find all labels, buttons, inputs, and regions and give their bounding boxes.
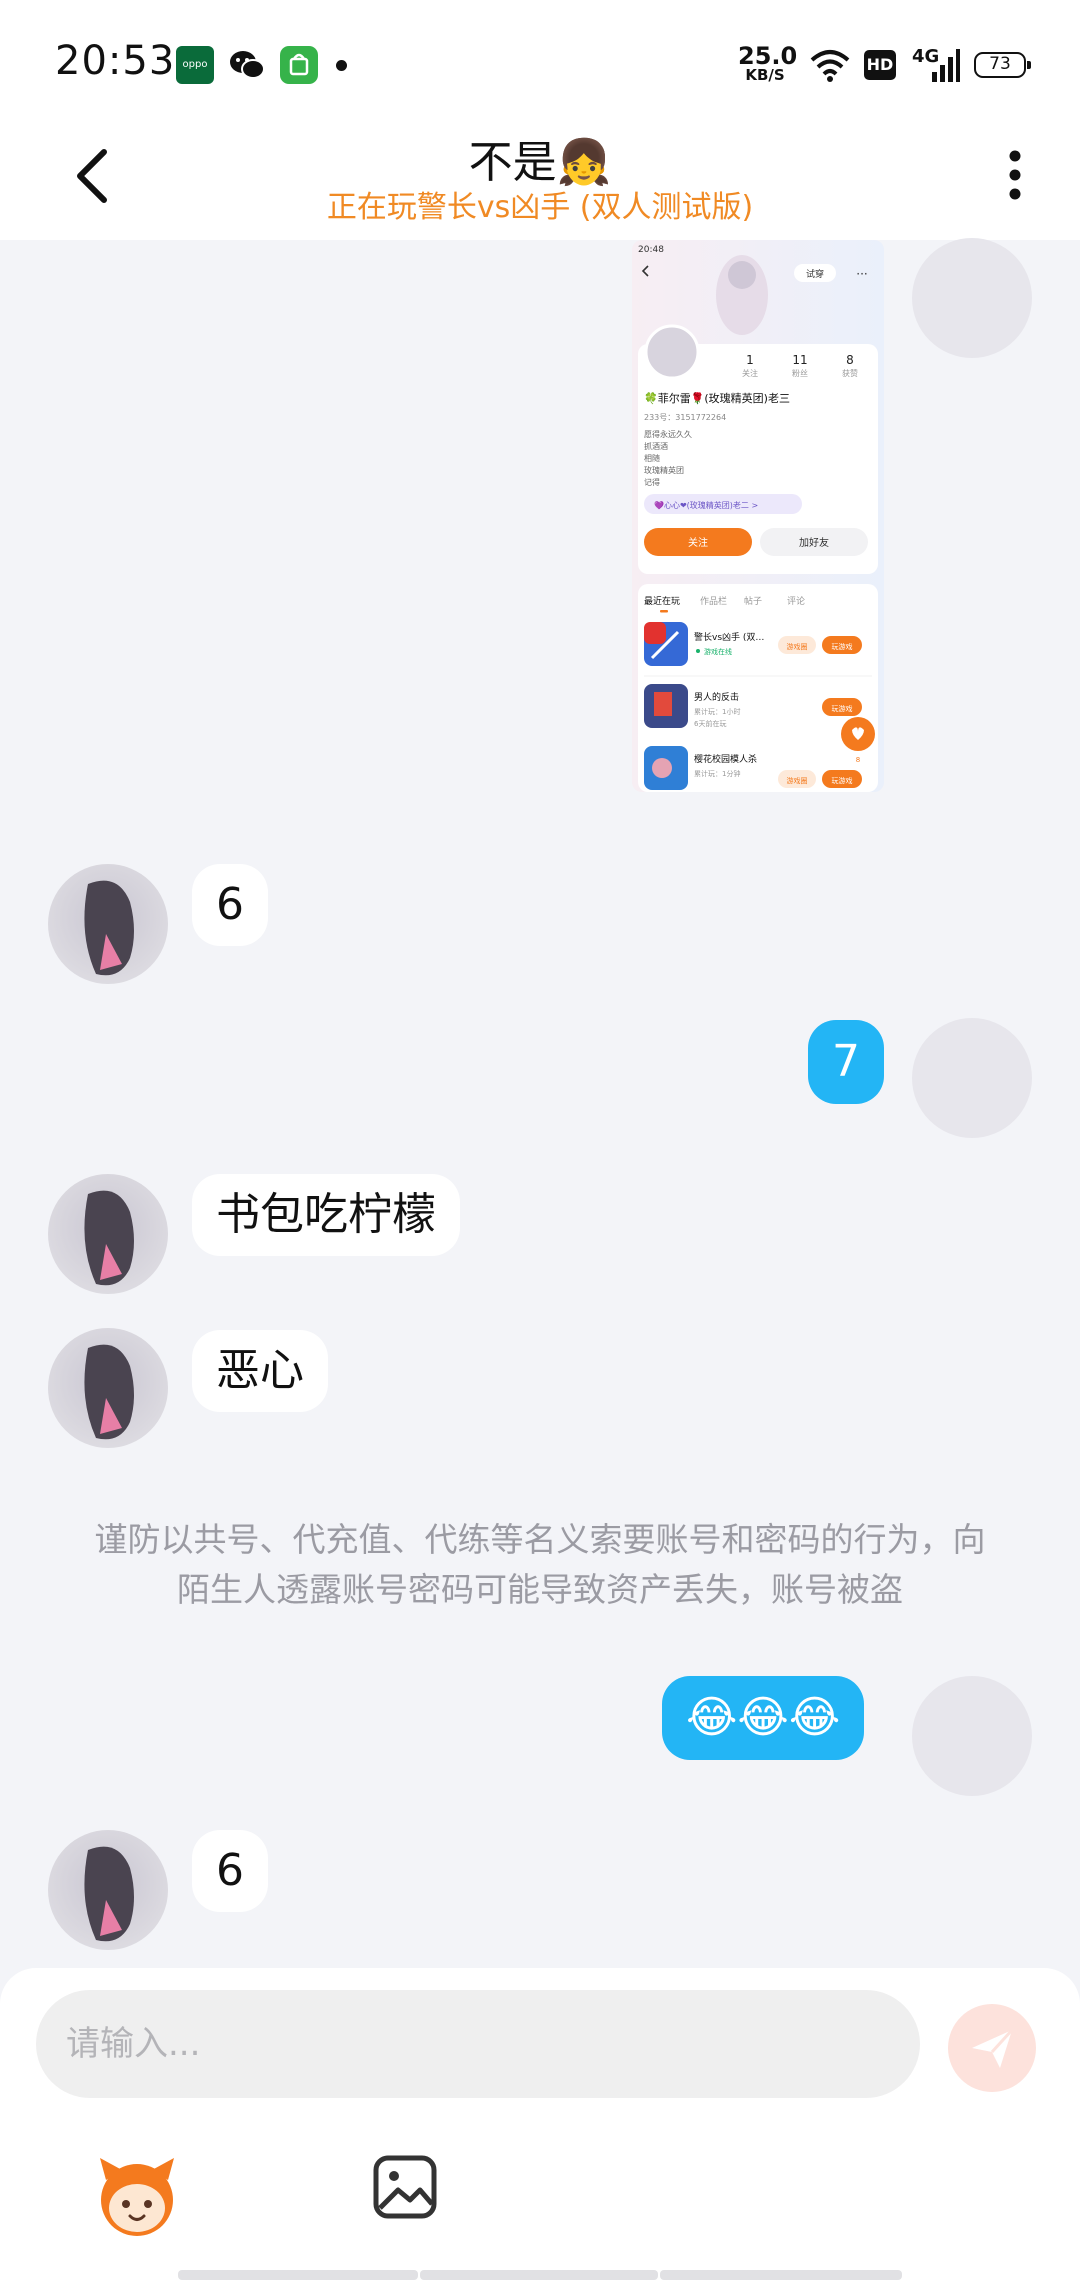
more-vertical-icon	[1009, 150, 1021, 200]
image-icon	[373, 2155, 437, 2219]
contact-avatar[interactable]	[48, 1174, 168, 1294]
nav-bar-segment	[178, 2270, 418, 2280]
send-button[interactable]	[948, 2004, 1036, 2092]
self-avatar[interactable]	[912, 1676, 1032, 1796]
svg-text:帖子: 帖子	[744, 595, 762, 607]
more-button[interactable]	[990, 140, 1040, 210]
svg-text:玩游戏: 玩游戏	[832, 776, 853, 785]
contact-avatar[interactable]	[48, 1328, 168, 1448]
hd-icon: HD	[864, 50, 896, 80]
svg-text:男人的反击: 男人的反击	[694, 691, 739, 703]
emoji-button[interactable]	[92, 2152, 182, 2242]
message-bubble[interactable]: 6	[192, 1830, 268, 1912]
message-bubble[interactable]: 😂😂😂	[662, 1676, 865, 1760]
svg-text:1: 1	[746, 353, 754, 367]
contact-avatar[interactable]	[48, 864, 168, 984]
svg-text:加好友: 加好友	[799, 536, 829, 549]
svg-text:累计玩：1小时: 累计玩：1小时	[694, 707, 740, 716]
input-panel	[0, 1968, 1080, 2280]
svg-text:相随: 相随	[644, 453, 660, 463]
notification-dot-icon	[336, 60, 347, 71]
svg-text:玩游戏: 玩游戏	[832, 704, 853, 713]
chat-header: 不是👧 正在玩警长vs凶手 (双人测试版)	[0, 120, 1080, 240]
profile-screenshot: 20:48 试穿 ··· 1 关注 11 粉丝 8 获赞 🍀菲尔雷🌹(玫瑰精英团…	[632, 240, 884, 792]
wechat-icon	[228, 46, 266, 84]
svg-text:获赞: 获赞	[842, 368, 858, 378]
svg-text:作品栏: 作品栏	[700, 595, 727, 607]
oppo-icon: oppo	[176, 46, 214, 84]
self-avatar[interactable]	[912, 238, 1032, 358]
playing-status[interactable]: 正在玩警长vs凶手 (双人测试版)	[0, 182, 1080, 226]
svg-text:233号：3151772264: 233号：3151772264	[644, 413, 726, 422]
svg-text:粉丝: 粉丝	[792, 368, 808, 378]
mascot-emoji-icon	[100, 2158, 174, 2236]
nav-bar-segment	[660, 2270, 902, 2280]
message-bubble[interactable]: 6	[192, 864, 268, 946]
svg-text:💜心心❤(玫瑰精英团)老二 >: 💜心心❤(玫瑰精英团)老二 >	[654, 500, 758, 510]
svg-text:···: ···	[856, 267, 867, 281]
svg-text:游戏圈: 游戏圈	[787, 776, 808, 785]
svg-text:玩游戏: 玩游戏	[832, 642, 853, 651]
svg-text:游戏圈: 游戏圈	[787, 642, 808, 651]
message-input[interactable]	[36, 1990, 920, 2098]
network-speed: 25.0 KB/S	[738, 42, 798, 84]
svg-text:玫瑰精英团: 玫瑰精英团	[644, 465, 684, 475]
svg-text:11: 11	[792, 353, 807, 367]
app-store-icon	[280, 46, 318, 84]
message-bubble[interactable]: 书包吃柠檬	[192, 1174, 460, 1256]
signal-icon	[932, 49, 960, 82]
svg-text:评论: 评论	[787, 595, 805, 607]
security-notice: 谨防以共号、代充值、代练等名义索要账号和密码的行为，向陌生人透露账号密码可能导致…	[94, 1520, 986, 1609]
contact-avatar[interactable]	[48, 1830, 168, 1950]
svg-text:警长vs凶手 (双…: 警长vs凶手 (双…	[694, 631, 764, 643]
svg-text:🍀菲尔雷🌹(玫瑰精英团)老三: 🍀菲尔雷🌹(玫瑰精英团)老三	[644, 391, 790, 405]
svg-text:20:48: 20:48	[638, 245, 664, 255]
message-bubble[interactable]: 恶心	[192, 1330, 328, 1412]
send-icon	[972, 2028, 1014, 2068]
svg-text:抓酒酒: 抓酒酒	[644, 441, 668, 451]
svg-text:关注: 关注	[688, 536, 708, 549]
svg-text:8: 8	[846, 353, 854, 367]
svg-text:试穿: 试穿	[806, 268, 824, 280]
nav-bar-segment	[420, 2270, 658, 2280]
svg-text:樱花校园模人杀: 樱花校园模人杀	[694, 753, 757, 765]
image-message[interactable]: 20:48 试穿 ··· 1 关注 11 粉丝 8 获赞 🍀菲尔雷🌹(玫瑰精英团…	[632, 240, 884, 792]
chat-title: 不是👧	[468, 137, 612, 188]
image-button[interactable]	[370, 2152, 440, 2222]
wifi-icon	[810, 50, 850, 82]
svg-text:8: 8	[856, 756, 860, 764]
svg-text:最近在玩: 最近在玩	[644, 595, 680, 607]
self-avatar[interactable]	[912, 1018, 1032, 1138]
svg-text:愿得永远久久: 愿得永远久久	[644, 429, 692, 439]
message-bubble[interactable]: 7	[808, 1020, 884, 1104]
svg-text:游戏在线: 游戏在线	[704, 647, 732, 656]
svg-text:6天前在玩: 6天前在玩	[694, 719, 726, 728]
status-bar: 20:53 oppo 25.0 KB/S HD 4G 73	[0, 0, 1080, 120]
svg-text:关注: 关注	[742, 368, 758, 378]
status-time: 20:53	[55, 38, 176, 84]
svg-text:累计玩：1分钟: 累计玩：1分钟	[694, 769, 740, 778]
battery-icon: 73	[974, 52, 1031, 78]
svg-text:记得: 记得	[644, 477, 660, 487]
